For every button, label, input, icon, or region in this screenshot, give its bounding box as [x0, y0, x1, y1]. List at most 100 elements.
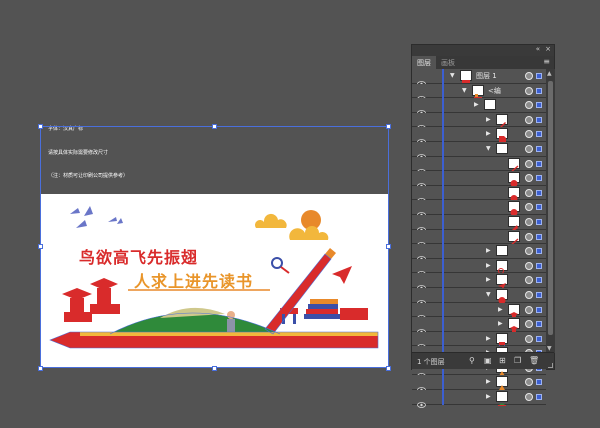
selection-indicator-icon[interactable]	[536, 394, 542, 401]
selection-indicator-icon[interactable]	[536, 321, 542, 328]
target-circle-icon[interactable]	[525, 72, 533, 80]
selection-handle-bottom-left[interactable]	[38, 366, 43, 371]
target-circle-icon[interactable]	[525, 159, 533, 168]
selection-indicator-icon[interactable]	[536, 102, 542, 109]
target-circle-icon[interactable]	[525, 247, 533, 256]
disclosure-expanded-icon[interactable]: ▼	[450, 72, 455, 79]
selection-indicator-icon[interactable]	[536, 218, 542, 225]
target-circle-icon[interactable]	[525, 174, 533, 183]
selection-indicator-icon[interactable]	[536, 87, 542, 94]
disclosure-collapsed-icon[interactable]: ▶	[474, 101, 479, 108]
search-icon[interactable]: ⚲	[469, 356, 475, 365]
resize-grip-icon[interactable]	[548, 363, 553, 368]
selection-handle-middle-left[interactable]	[38, 244, 43, 249]
eye-icon[interactable]	[417, 276, 426, 292]
target-circle-icon[interactable]	[525, 188, 533, 197]
selection-indicator-icon[interactable]	[536, 189, 542, 196]
layer-row[interactable]: ▶	[412, 273, 546, 292]
target-circle-icon[interactable]	[525, 305, 533, 314]
layer-row[interactable]	[412, 171, 546, 190]
layer-row[interactable]: ▼ 图层 1	[412, 69, 546, 87]
selection-indicator-icon[interactable]	[536, 379, 542, 386]
layer-row[interactable]: ▶	[412, 390, 546, 408]
panel-title-bar[interactable]: « ×	[412, 45, 554, 56]
tab-layers[interactable]: 图层	[412, 56, 436, 69]
layer-row[interactable]: ▼	[412, 287, 546, 306]
eye-icon[interactable]	[417, 247, 426, 263]
eye-icon[interactable]	[417, 189, 426, 204]
selection-indicator-icon[interactable]	[536, 335, 542, 342]
layer-row[interactable]: ▼	[412, 141, 546, 160]
eye-icon[interactable]	[417, 393, 426, 408]
target-circle-icon[interactable]	[525, 101, 533, 110]
target-circle-icon[interactable]	[525, 290, 533, 299]
disclosure-collapsed-icon[interactable]: ▶	[486, 276, 491, 283]
selection-handle-middle-right[interactable]	[386, 244, 391, 249]
layer-row[interactable]	[412, 200, 546, 219]
target-circle-icon[interactable]	[525, 261, 533, 270]
target-circle-icon[interactable]	[525, 378, 533, 387]
layer-row[interactable]: ▶	[412, 112, 546, 131]
selection-handle-top-left[interactable]	[38, 124, 43, 129]
eye-icon[interactable]	[417, 130, 426, 146]
layers-scrollbar[interactable]: ▲ ▼	[546, 69, 555, 353]
scroll-down-icon[interactable]: ▼	[547, 345, 552, 352]
selection-indicator-icon[interactable]	[536, 277, 542, 284]
layer-row[interactable]: ▶	[412, 317, 546, 335]
eye-icon[interactable]	[417, 291, 426, 306]
eye-icon[interactable]	[417, 87, 426, 102]
new-layer-icon[interactable]: ❐	[514, 356, 521, 365]
disclosure-collapsed-icon[interactable]: ▶	[498, 306, 503, 313]
eye-icon[interactable]	[417, 306, 426, 321]
layer-name[interactable]: 图层 1	[476, 71, 497, 81]
make-clipping-mask-icon[interactable]: ▣	[484, 356, 492, 365]
layer-row[interactable]	[412, 185, 546, 204]
selection-indicator-icon[interactable]	[536, 160, 542, 167]
disclosure-collapsed-icon[interactable]: ▶	[486, 335, 491, 342]
layer-row[interactable]: ▶	[412, 98, 546, 117]
disclosure-expanded-icon[interactable]: ▼	[462, 87, 467, 94]
eye-icon[interactable]	[417, 262, 426, 277]
target-circle-icon[interactable]	[525, 86, 533, 95]
selection-indicator-icon[interactable]	[536, 248, 542, 255]
eye-icon[interactable]	[417, 233, 426, 248]
disclosure-collapsed-icon[interactable]: ▶	[486, 378, 491, 385]
layer-row[interactable]	[412, 156, 546, 175]
selection-indicator-icon[interactable]	[536, 204, 542, 211]
disclosure-collapsed-icon[interactable]: ▶	[486, 262, 491, 269]
target-circle-icon[interactable]	[525, 144, 533, 153]
layer-row[interactable]: ▶	[412, 331, 546, 350]
layer-row[interactable]: ▶	[412, 375, 546, 394]
menu-icon[interactable]: ≡	[543, 58, 550, 66]
eye-icon[interactable]	[417, 72, 426, 87]
eye-icon[interactable]	[417, 145, 426, 160]
eye-icon[interactable]	[417, 203, 426, 219]
layer-row[interactable]: ▶	[412, 127, 546, 146]
target-circle-icon[interactable]	[525, 203, 533, 212]
target-circle-icon[interactable]	[525, 232, 533, 241]
selection-indicator-icon[interactable]	[536, 131, 542, 138]
selection-handle-top-center[interactable]	[212, 124, 217, 129]
eye-icon[interactable]	[417, 335, 426, 350]
eye-icon[interactable]	[417, 116, 426, 131]
new-sublayer-icon[interactable]: ⊞	[499, 356, 506, 365]
selection-indicator-icon[interactable]	[536, 233, 542, 240]
selection-indicator-icon[interactable]	[536, 262, 542, 269]
target-circle-icon[interactable]	[525, 320, 533, 329]
delete-icon[interactable]: 🗑	[529, 356, 539, 365]
disclosure-collapsed-icon[interactable]: ▶	[486, 116, 491, 123]
eye-icon[interactable]	[417, 101, 426, 117]
target-circle-icon[interactable]	[525, 393, 533, 402]
eye-icon[interactable]	[417, 378, 426, 394]
selection-indicator-icon[interactable]	[536, 73, 542, 79]
selection-indicator-icon[interactable]	[536, 175, 542, 182]
disclosure-expanded-icon[interactable]: ▼	[486, 145, 491, 152]
eye-icon[interactable]	[417, 160, 426, 175]
selection-indicator-icon[interactable]	[536, 306, 542, 313]
layer-row[interactable]: ▶	[412, 244, 546, 263]
disclosure-collapsed-icon[interactable]: ▶	[486, 247, 491, 254]
selection-indicator-icon[interactable]	[536, 116, 542, 123]
selection-handle-top-right[interactable]	[386, 124, 391, 129]
disclosure-collapsed-icon[interactable]: ▶	[486, 393, 491, 400]
disclosure-collapsed-icon[interactable]: ▶	[498, 320, 503, 327]
